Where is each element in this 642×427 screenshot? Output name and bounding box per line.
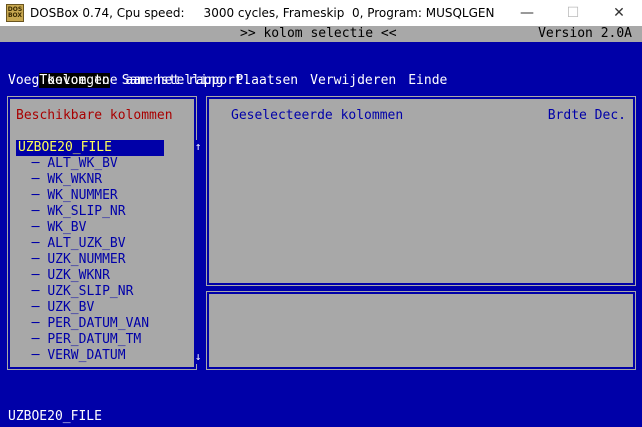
tree-root-item[interactable]: UZBOE20_FILE bbox=[16, 140, 164, 156]
available-columns-panel: Beschikbare kolommen UZBOE20_FILE ─ ALT_… bbox=[5, 94, 202, 372]
minimize-icon: — bbox=[520, 5, 534, 21]
program-header-bar: >> kolom selectie << Version 2.0A bbox=[0, 26, 642, 42]
list-item[interactable]: ─ WK_SLIP_NR bbox=[16, 204, 186, 220]
close-button[interactable]: ✕ bbox=[596, 0, 642, 26]
menu-item-verwijderen[interactable]: Verwijderen bbox=[310, 73, 396, 88]
status-line: UZBOE20_FILE bbox=[8, 409, 102, 424]
window-controls: — ☐ ✕ bbox=[504, 0, 642, 26]
dosbox-app-icon: DOS BOX bbox=[6, 4, 24, 22]
list-item[interactable]: ─ PER_DATUM_VAN bbox=[16, 316, 186, 332]
list-item[interactable]: ─ PER_DATUM_TM bbox=[16, 332, 186, 348]
maximize-button: ☐ bbox=[550, 0, 596, 26]
close-icon: ✕ bbox=[613, 5, 625, 21]
menu-hint: Voeg kolom toe aan het rapport. bbox=[8, 73, 251, 88]
minimize-button[interactable]: — bbox=[504, 0, 550, 26]
selected-columns-panel: Geselecteerde kolommen Brdte Dec. bbox=[204, 94, 638, 288]
column-detail-panel bbox=[204, 289, 638, 372]
scroll-up-arrow-icon[interactable]: ↑ bbox=[193, 140, 203, 154]
window-titlebar: DOS BOX DOSBox 0.74, Cpu speed: 3000 cyc… bbox=[0, 0, 642, 26]
maximize-icon: ☐ bbox=[566, 5, 580, 21]
list-item[interactable]: ─ UZK_BV bbox=[16, 300, 186, 316]
selected-columns-header: Geselecteerde kolommen bbox=[231, 108, 404, 123]
column-tree: UZBOE20_FILE ─ ALT_WK_BV ─ WK_WKNR ─ WK_… bbox=[16, 140, 186, 364]
column-list-scrollbar[interactable]: ↑ ↓ bbox=[194, 140, 202, 364]
list-item[interactable]: ─ VERW_DATUM bbox=[16, 348, 186, 364]
window-title: DOSBox 0.74, Cpu speed: 3000 cycles, Fra… bbox=[30, 6, 495, 20]
scroll-down-arrow-icon[interactable]: ↓ bbox=[193, 350, 203, 364]
program-title: >> kolom selectie << bbox=[240, 26, 397, 41]
list-item[interactable]: ─ ALT_UZK_BV bbox=[16, 236, 186, 252]
list-item[interactable]: ─ UZK_SLIP_NR bbox=[16, 284, 186, 300]
dos-screen: >> kolom selectie << Version 2.0A Toevoe… bbox=[0, 26, 642, 427]
menu-item-einde[interactable]: Einde bbox=[408, 73, 447, 88]
list-item[interactable]: ─ ALT_WK_BV bbox=[16, 156, 186, 172]
version-label: Version 2.0A bbox=[538, 26, 632, 41]
menu-bar: Toevoegen Samenstelling Plaatsen Verwijdere… bbox=[8, 57, 459, 88]
list-item[interactable]: ─ UZK_WKNR bbox=[16, 268, 186, 284]
list-item[interactable]: ─ WK_NUMMER bbox=[16, 188, 186, 204]
width-decimals-header: Brdte Dec. bbox=[547, 108, 626, 123]
list-item[interactable]: ─ WK_WKNR bbox=[16, 172, 186, 188]
available-columns-header: Beschikbare kolommen bbox=[16, 108, 173, 123]
list-item[interactable]: ─ UZK_NUMMER bbox=[16, 252, 186, 268]
list-item[interactable]: ─ WK_BV bbox=[16, 220, 186, 236]
